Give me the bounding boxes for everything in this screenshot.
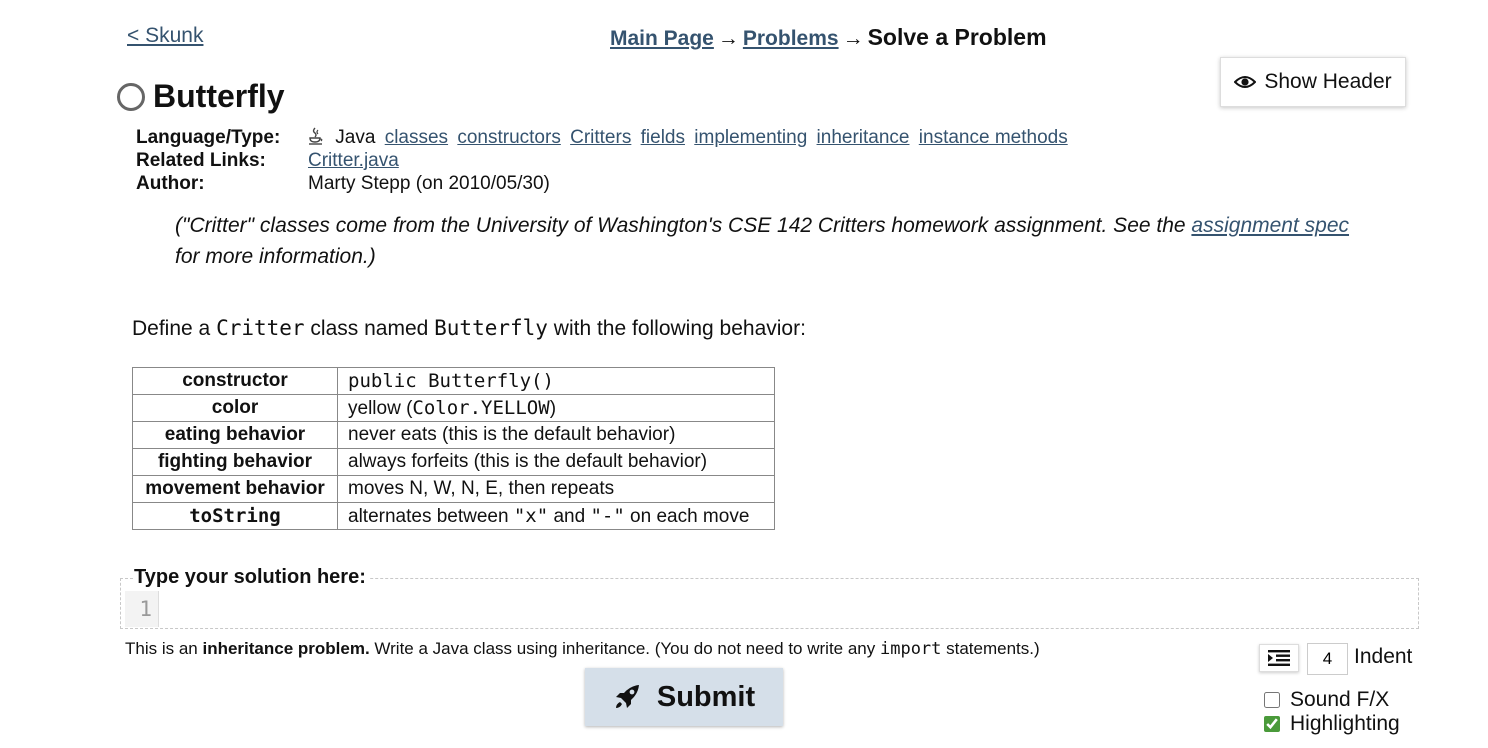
tag-link[interactable]: fields bbox=[641, 127, 685, 148]
critter-note: ("Critter" classes come from the Univers… bbox=[175, 210, 1375, 272]
submit-button[interactable]: Submit bbox=[585, 668, 783, 726]
breadcrumb: Main Page → Problems → Solve a Problem bbox=[610, 24, 1047, 51]
sound-fx-checkbox[interactable] bbox=[1264, 692, 1280, 708]
value-code: "-" bbox=[590, 504, 625, 527]
back-link[interactable]: < Skunk bbox=[127, 24, 203, 48]
value-text: alternates between bbox=[348, 505, 514, 527]
show-header-button[interactable]: Show Header bbox=[1220, 57, 1406, 107]
behavior-key: toString bbox=[132, 502, 338, 530]
crumb-problems[interactable]: Problems bbox=[743, 27, 839, 50]
status-circle-icon bbox=[117, 82, 145, 111]
description-text: class named bbox=[304, 317, 435, 340]
author-row: Author: Marty Stepp (on 2010/05/30) bbox=[136, 172, 1072, 195]
sound-fx-option[interactable]: Sound F/X bbox=[1264, 688, 1389, 712]
description-code: Critter bbox=[216, 316, 305, 340]
highlighting-option[interactable]: Highlighting bbox=[1264, 712, 1400, 736]
problem-meta: Language/Type: Java classes constructors… bbox=[136, 126, 1072, 195]
hint-code: import bbox=[879, 639, 942, 659]
tag-link[interactable]: constructors bbox=[457, 127, 560, 148]
hint-bold: inheritance problem. bbox=[202, 639, 370, 658]
eye-icon bbox=[1234, 76, 1257, 88]
value-text: yellow ( bbox=[348, 397, 413, 419]
behavior-value: yellow (Color.YELLOW) bbox=[337, 394, 775, 422]
solution-legend: Type your solution here: bbox=[134, 566, 370, 589]
tag-link[interactable]: Critters bbox=[570, 127, 631, 148]
language-row: Language/Type: Java classes constructors… bbox=[136, 126, 1072, 149]
hint-text: statements.) bbox=[941, 639, 1040, 658]
note-text: for more information.) bbox=[175, 245, 376, 268]
tag-link[interactable]: instance methods bbox=[919, 127, 1068, 148]
tag-link[interactable]: classes bbox=[385, 127, 448, 148]
assignment-spec-link[interactable]: assignment spec bbox=[1191, 214, 1349, 237]
indent-button[interactable] bbox=[1259, 644, 1299, 672]
related-link[interactable]: Critter.java bbox=[308, 149, 399, 172]
problem-title: Butterfly bbox=[153, 78, 285, 114]
line-number-gutter: 1 bbox=[125, 591, 159, 627]
table-row: movement behavior moves N, W, N, E, then… bbox=[132, 475, 775, 503]
table-row: constructor public Butterfly() bbox=[132, 367, 775, 395]
value-text: on each move bbox=[624, 505, 750, 527]
behavior-value: never eats (this is the default behavior… bbox=[337, 421, 775, 449]
description-code: Butterfly bbox=[434, 316, 548, 340]
behavior-key: eating behavior bbox=[132, 421, 338, 449]
language-tags: Java classes constructors Critters field… bbox=[308, 126, 1072, 149]
behavior-table: constructor public Butterfly() color yel… bbox=[132, 367, 775, 530]
behavior-value: always forfeits (this is the default beh… bbox=[337, 448, 775, 476]
language-value: Java bbox=[335, 127, 376, 148]
language-label: Language/Type: bbox=[136, 127, 281, 148]
author-label: Author: bbox=[136, 173, 205, 194]
highlighting-label: Highlighting bbox=[1290, 712, 1400, 735]
indent-label: Indent bbox=[1354, 645, 1413, 668]
show-header-label: Show Header bbox=[1264, 70, 1392, 93]
behavior-value: moves N, W, N, E, then repeats bbox=[337, 475, 775, 503]
value-code: "x" bbox=[513, 504, 549, 527]
table-row: color yellow (Color.YELLOW) bbox=[132, 394, 775, 422]
java-cup-icon bbox=[309, 127, 323, 145]
highlighting-checkbox[interactable] bbox=[1264, 716, 1280, 732]
behavior-value: public Butterfly() bbox=[337, 367, 775, 395]
problem-hint: This is an inheritance problem. Write a … bbox=[125, 639, 1040, 659]
author-value: Marty Stepp (on 2010/05/30) bbox=[308, 173, 550, 194]
description-text: Define a bbox=[132, 317, 217, 340]
hint-text: This is an bbox=[125, 639, 203, 658]
related-label: Related Links: bbox=[136, 150, 266, 171]
submit-label: Submit bbox=[656, 680, 756, 713]
note-text: ("Critter" classes come from the Univers… bbox=[175, 214, 1192, 237]
tag-link[interactable]: implementing bbox=[694, 127, 807, 148]
hint-text: Write a Java class using inheritance. (Y… bbox=[369, 639, 880, 658]
table-row: toString alternates between "x" and "-" … bbox=[132, 502, 775, 530]
table-row: fighting behavior always forfeits (this … bbox=[132, 448, 775, 476]
sound-fx-label: Sound F/X bbox=[1290, 688, 1390, 711]
rocket-icon bbox=[615, 685, 639, 708]
page-title: Solve a Problem bbox=[867, 24, 1047, 50]
problem-description: Define a Critter class named Butterfly w… bbox=[132, 316, 806, 341]
value-text: and bbox=[548, 505, 591, 527]
description-text: with the following behavior: bbox=[547, 317, 806, 340]
behavior-key: fighting behavior bbox=[132, 448, 338, 476]
problem-title-row: Butterfly bbox=[117, 78, 285, 115]
behavior-key: movement behavior bbox=[132, 475, 338, 503]
behavior-key: constructor bbox=[132, 367, 338, 395]
crumb-arrow: → bbox=[717, 27, 739, 50]
crumb-arrow: → bbox=[842, 27, 864, 50]
tag-link[interactable]: inheritance bbox=[817, 127, 910, 148]
table-row: eating behavior never eats (this is the … bbox=[132, 421, 775, 449]
value-text: ) bbox=[549, 397, 557, 419]
value-code: Color.YELLOW bbox=[412, 396, 550, 419]
behavior-key: color bbox=[132, 394, 338, 422]
related-row: Related Links: Critter.java bbox=[136, 149, 1072, 172]
indent-size-input[interactable] bbox=[1307, 643, 1348, 675]
indent-icon bbox=[1268, 650, 1290, 666]
behavior-value: alternates between "x" and "-" on each m… bbox=[337, 502, 775, 530]
crumb-main-page[interactable]: Main Page bbox=[610, 27, 714, 50]
